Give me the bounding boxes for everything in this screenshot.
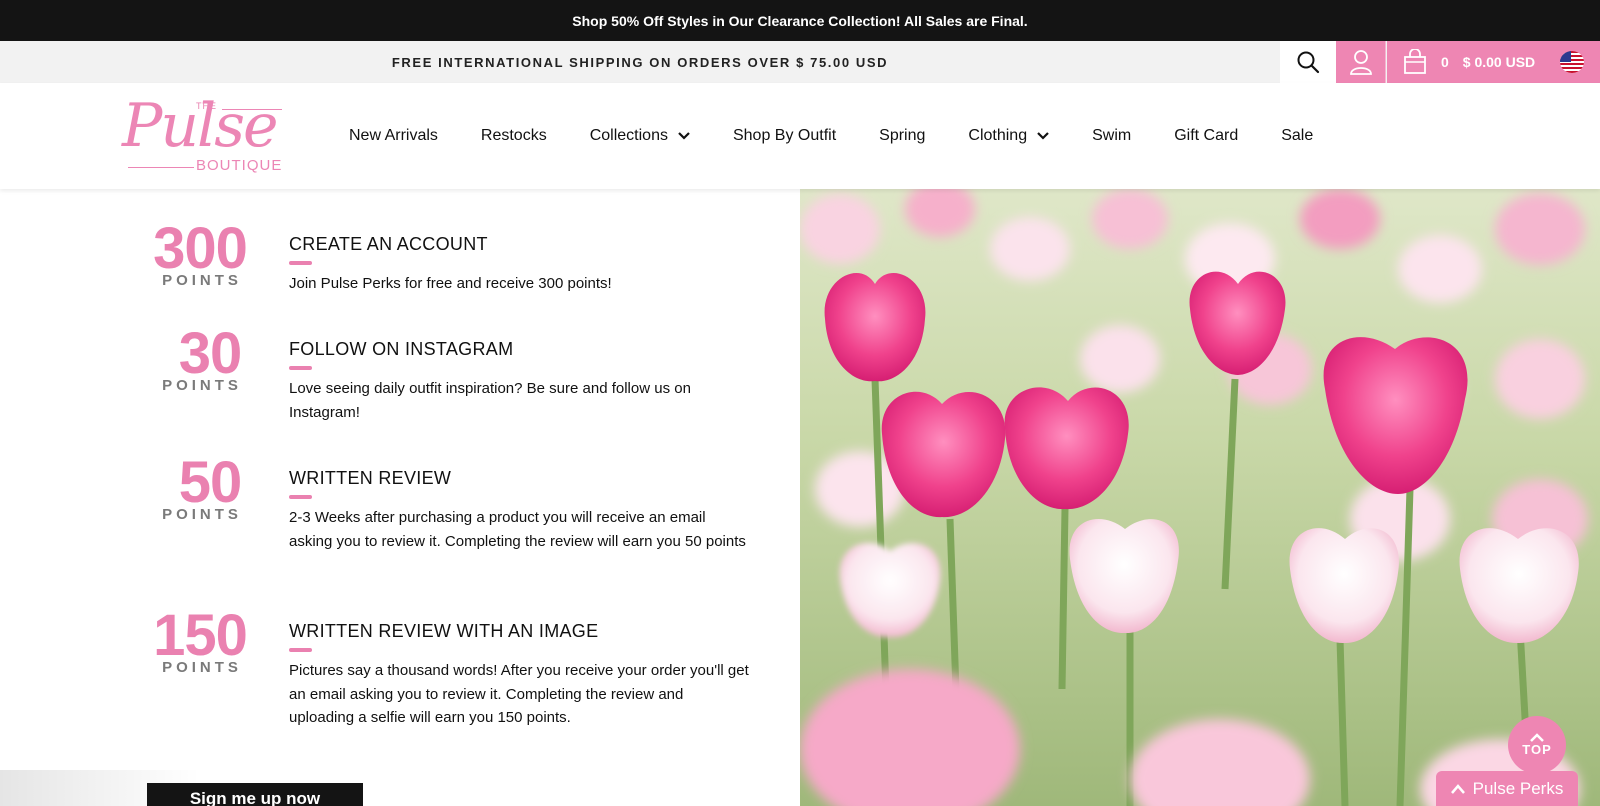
back-to-top-button[interactable]: TOP (1508, 716, 1566, 774)
chevron-down-icon (678, 132, 690, 140)
signup-button[interactable]: Sign me up now (147, 783, 363, 806)
nav-sale[interactable]: Sale (1281, 127, 1313, 145)
perk-title: WRITTEN REVIEW (289, 468, 452, 488)
nav-label: Swim (1092, 127, 1132, 144)
logo-subtitle: BOUTIQUE (196, 157, 283, 174)
perks-earn-section: 300 POINTS CREATE AN ACCOUNT Join Pulse … (0, 189, 800, 806)
nav-label: Spring (879, 127, 926, 144)
search-button[interactable] (1280, 41, 1336, 83)
cart-count: 0 (1441, 54, 1449, 70)
points-label: POINTS (162, 659, 242, 676)
tulip-photo (800, 189, 1600, 806)
shipping-message: FREE INTERNATIONAL SHIPPING ON ORDERS OV… (391, 54, 889, 70)
logo-divider (128, 167, 194, 168)
nav-label: Collections (589, 127, 668, 144)
shipping-utility-bar: FREE INTERNATIONAL SHIPPING ON ORDERS OV… (0, 41, 1600, 83)
perk-title: WRITTEN REVIEW WITH AN IMAGE (289, 621, 599, 641)
chevron-up-icon (1450, 783, 1465, 794)
chevron-down-icon (1037, 132, 1049, 140)
points-label: POINTS (162, 506, 242, 523)
chevron-up-icon (1530, 733, 1544, 742)
main-nav: New Arrivals Restocks Collections Shop B… (349, 83, 1356, 189)
pulse-perks-launcher[interactable]: Pulse Perks (1436, 771, 1578, 806)
perk-title: CREATE AN ACCOUNT (289, 234, 488, 254)
site-logo[interactable]: THE Pulse BOUTIQUE (122, 91, 294, 177)
points-label: POINTS (162, 377, 242, 394)
perk-title-underline (289, 495, 312, 499)
points-value: 150 (153, 603, 248, 668)
search-icon (1297, 51, 1320, 74)
perk-description: Pictures say a thousand words! After you… (289, 662, 749, 726)
site-header: THE Pulse BOUTIQUE New Arrivals Restocks… (0, 83, 1600, 189)
perk-description: Join Pulse Perks for free and receive 30… (289, 275, 612, 292)
perk-title-underline (289, 648, 312, 652)
nav-swim[interactable]: Swim (1092, 127, 1131, 145)
nav-collections[interactable]: Collections (590, 127, 690, 145)
nav-label: Clothing (968, 127, 1028, 144)
cart-button[interactable]: 0 $ 0.00 USD (1387, 41, 1600, 83)
points-value: 50 (178, 450, 243, 515)
user-icon (1349, 50, 1372, 75)
shopping-bag-icon (1404, 49, 1426, 74)
us-flag-icon[interactable] (1560, 51, 1584, 73)
announcement-text: Shop 50% Off Styles in Our Clearance Col… (572, 12, 1028, 29)
nav-spring[interactable]: Spring (879, 127, 925, 145)
nav-clothing[interactable]: Clothing (968, 127, 1049, 145)
back-to-top-label: TOP (1522, 742, 1552, 757)
nav-new-arrivals[interactable]: New Arrivals (349, 127, 438, 145)
points-value: 30 (178, 321, 243, 386)
perk-description: 2-3 Weeks after purchasing a product you… (289, 509, 746, 550)
nav-label: New Arrivals (349, 127, 438, 144)
logo-name: Pulse (122, 91, 279, 161)
perk-title-underline (289, 261, 312, 265)
nav-label: Shop By Outfit (732, 127, 837, 144)
pulse-perks-label: Pulse Perks (1472, 778, 1564, 798)
nav-shop-by-outfit[interactable]: Shop By Outfit (733, 127, 836, 145)
points-label: POINTS (162, 272, 242, 289)
perk-title: FOLLOW ON INSTAGRAM (289, 339, 514, 359)
nav-label: Gift Card (1174, 127, 1239, 144)
nav-restocks[interactable]: Restocks (481, 127, 547, 145)
perk-description: Love seeing daily outfit inspiration? Be… (289, 380, 691, 421)
perk-title-underline (289, 366, 312, 370)
nav-label: Sale (1281, 127, 1314, 144)
announcement-bar: Shop 50% Off Styles in Our Clearance Col… (0, 0, 1600, 41)
nav-gift-card[interactable]: Gift Card (1174, 127, 1238, 145)
account-button[interactable] (1336, 41, 1386, 83)
points-value: 300 (153, 216, 248, 281)
nav-label: Restocks (480, 127, 547, 144)
cart-total: $ 0.00 USD (1462, 54, 1536, 70)
